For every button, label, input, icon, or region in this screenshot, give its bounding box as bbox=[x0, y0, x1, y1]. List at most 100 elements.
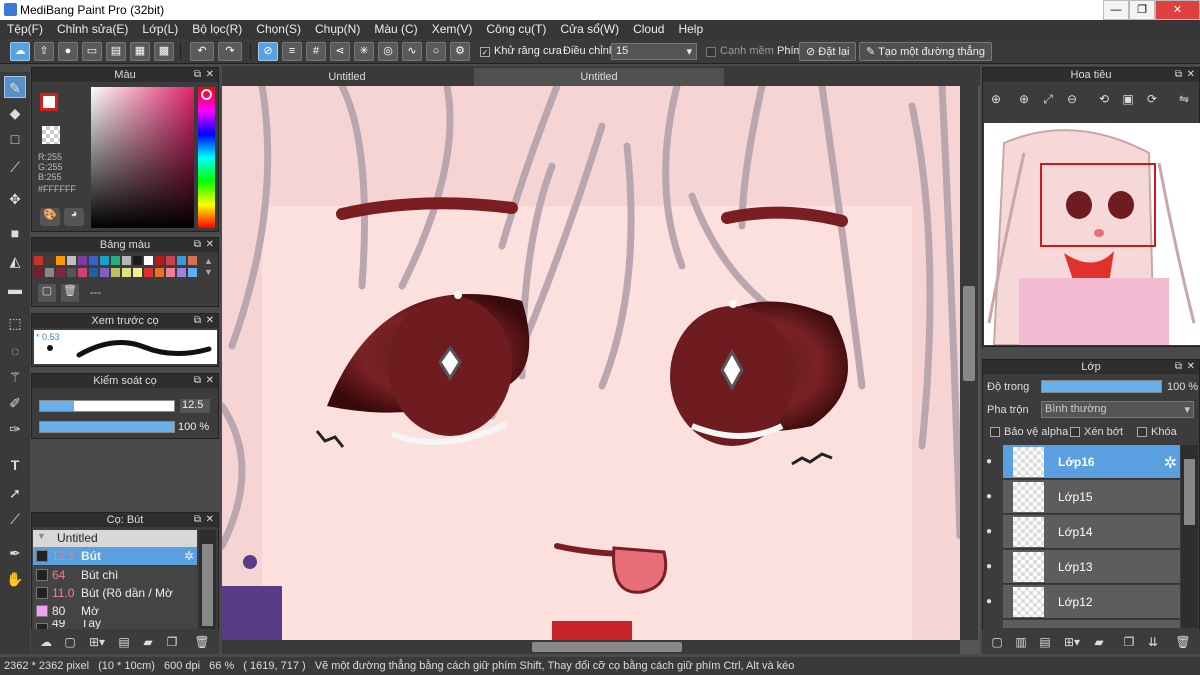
color-swatch[interactable] bbox=[34, 256, 43, 265]
color-swatch[interactable] bbox=[56, 268, 65, 277]
new-layer-icon[interactable]: ▢ bbox=[988, 633, 1006, 651]
antialias-checkbox[interactable]: ✓ bbox=[480, 47, 490, 57]
soft-edge-checkbox[interactable] bbox=[706, 47, 716, 57]
menu-edit[interactable]: Chỉnh sửa(E) bbox=[50, 20, 135, 39]
color-swatch[interactable] bbox=[133, 256, 142, 265]
move-tool-icon[interactable]: ✥ bbox=[4, 188, 26, 210]
layer-item-partial[interactable] bbox=[1003, 620, 1180, 628]
parallel-snap-icon[interactable]: ≡ bbox=[282, 42, 302, 61]
scrollbar-thumb[interactable] bbox=[963, 286, 975, 381]
close-icon[interactable]: ✕ bbox=[206, 68, 214, 82]
close-icon[interactable]: ✕ bbox=[206, 513, 214, 527]
straight-line-button[interactable]: ✎ Tạo một đường thẳng bbox=[859, 42, 992, 61]
brush-list-scrollbar[interactable] bbox=[199, 530, 216, 629]
color-swatch[interactable] bbox=[56, 256, 65, 265]
color-mixer-icon[interactable]: ◕ bbox=[64, 208, 84, 226]
minimize-button[interactable]: — bbox=[1103, 0, 1129, 20]
hue-slider[interactable] bbox=[198, 87, 215, 228]
close-icon[interactable]: ✕ bbox=[206, 374, 214, 388]
brush-size-slider[interactable] bbox=[39, 400, 175, 412]
tab-untitled-2[interactable]: Untitled bbox=[474, 68, 724, 86]
expand-icon[interactable]: ⧉ bbox=[194, 374, 201, 388]
grid-icon[interactable]: ▩ bbox=[154, 42, 174, 61]
color-swatch[interactable] bbox=[177, 256, 186, 265]
color-picker-square[interactable] bbox=[91, 87, 194, 228]
brush-size-value[interactable]: 12.5 bbox=[180, 399, 210, 413]
duplicate-icon[interactable]: ❐ bbox=[1120, 633, 1138, 651]
color-swatch[interactable] bbox=[78, 256, 87, 265]
protect-alpha-checkbox[interactable] bbox=[990, 427, 1000, 437]
eyedropper-icon[interactable]: ✒ bbox=[4, 542, 26, 564]
color-swatch[interactable] bbox=[166, 268, 175, 277]
transparent-color[interactable] bbox=[42, 126, 60, 144]
rotate-right-icon[interactable]: ⟳ bbox=[1143, 90, 1161, 108]
eye-icon[interactable]: ● bbox=[986, 596, 1000, 610]
cloud-icon[interactable]: ☁ bbox=[10, 42, 30, 61]
scrollbar-thumb[interactable] bbox=[202, 544, 213, 626]
cloud-download-icon[interactable]: ☁ bbox=[37, 633, 55, 651]
collapse-icon[interactable]: ▼ bbox=[37, 531, 46, 541]
color-swatch[interactable] bbox=[45, 268, 54, 277]
brush-opacity-slider[interactable] bbox=[39, 421, 175, 433]
expand-icon[interactable]: ⧉ bbox=[1175, 68, 1182, 82]
color-swatch[interactable] bbox=[78, 268, 87, 277]
menu-help[interactable]: Help bbox=[671, 20, 710, 39]
gear-icon[interactable]: ✲ bbox=[1164, 453, 1177, 473]
layer-item[interactable]: Lớp13 bbox=[1003, 550, 1180, 584]
menu-color[interactable]: Màu (C) bbox=[367, 20, 424, 39]
drawing-canvas[interactable] bbox=[222, 86, 960, 640]
duplicate-icon[interactable]: ❐ bbox=[163, 633, 181, 651]
redo-icon[interactable]: ↷ bbox=[218, 42, 242, 61]
color-swatch[interactable] bbox=[144, 268, 153, 277]
reset-button[interactable]: ⊘ Đặt lại bbox=[799, 42, 857, 61]
rectangle-tool-icon[interactable]: □ bbox=[4, 128, 26, 150]
vanishing-snap-icon[interactable]: ⋖ bbox=[330, 42, 350, 61]
gear-icon[interactable]: ✲ bbox=[184, 549, 194, 563]
eraser-tool-icon[interactable]: ◆ bbox=[4, 102, 26, 124]
zoom-plus-icon[interactable]: ⊕ bbox=[1015, 90, 1033, 108]
fill-rect-tool-icon[interactable]: ■ bbox=[4, 222, 26, 244]
brush-tool-icon[interactable]: ✎ bbox=[4, 76, 26, 98]
color-swatch[interactable] bbox=[89, 268, 98, 277]
menu-view[interactable]: Xem(V) bbox=[425, 20, 480, 39]
bucket-tool-icon[interactable]: ◭ bbox=[4, 250, 26, 272]
flip-icon[interactable]: ⇋ bbox=[1175, 90, 1193, 108]
cross-snap-icon[interactable]: # bbox=[306, 42, 326, 61]
foreground-color[interactable] bbox=[40, 93, 58, 111]
layer-item[interactable]: Lớp14 bbox=[1003, 515, 1180, 549]
clipping-checkbox[interactable] bbox=[1070, 427, 1080, 437]
eye-icon[interactable]: ● bbox=[986, 561, 1000, 575]
trash-icon[interactable]: 🗑 bbox=[193, 633, 211, 651]
navigator-preview[interactable] bbox=[984, 123, 1200, 345]
expand-icon[interactable]: ⧉ bbox=[1175, 360, 1182, 374]
color-swatch[interactable] bbox=[67, 256, 76, 265]
comment-icon[interactable]: ● bbox=[58, 42, 78, 61]
ellipse-snap-icon[interactable]: ○ bbox=[426, 42, 446, 61]
brush-item[interactable]: 49 Tẩy bbox=[33, 620, 197, 629]
zoom-in-icon[interactable]: ⊕ bbox=[987, 90, 1005, 108]
brush-item[interactable]: 80 Mờ bbox=[33, 602, 197, 620]
menu-cloud[interactable]: Cloud bbox=[626, 20, 671, 39]
new-palette-icon[interactable]: ▢ bbox=[38, 284, 56, 302]
scrollbar-thumb[interactable] bbox=[532, 642, 682, 652]
folder-icon[interactable]: ▰ bbox=[1090, 633, 1108, 651]
trash-icon[interactable]: 🗑 bbox=[61, 284, 79, 302]
snap-off-icon[interactable]: ⊘ bbox=[258, 42, 278, 61]
color-swatch[interactable] bbox=[34, 268, 43, 277]
eye-icon[interactable]: ● bbox=[986, 456, 1000, 470]
merge-down-icon[interactable]: ⇊ bbox=[1144, 633, 1162, 651]
circle-snap-icon[interactable]: ◎ bbox=[378, 42, 398, 61]
blend-mode-dropdown[interactable]: Bình thường ▾ bbox=[1041, 401, 1194, 418]
share-icon[interactable]: ⇧ bbox=[34, 42, 54, 61]
menu-tools[interactable]: Công cụ(T) bbox=[479, 20, 553, 39]
menu-snap[interactable]: Chụp(N) bbox=[308, 20, 367, 39]
text-tool-icon[interactable]: T bbox=[4, 454, 26, 476]
close-icon[interactable]: ✕ bbox=[206, 314, 214, 328]
rotate-left-icon[interactable]: ⟲ bbox=[1095, 90, 1113, 108]
color-swatch[interactable] bbox=[89, 256, 98, 265]
menu-filter[interactable]: Bộ lọc(R) bbox=[185, 20, 249, 39]
expand-icon[interactable]: ⧉ bbox=[194, 238, 201, 252]
color-swatch[interactable] bbox=[188, 268, 197, 277]
add-layer-icon[interactable]: ⊞▾ bbox=[1060, 633, 1084, 651]
eye-icon[interactable]: ● bbox=[986, 526, 1000, 540]
